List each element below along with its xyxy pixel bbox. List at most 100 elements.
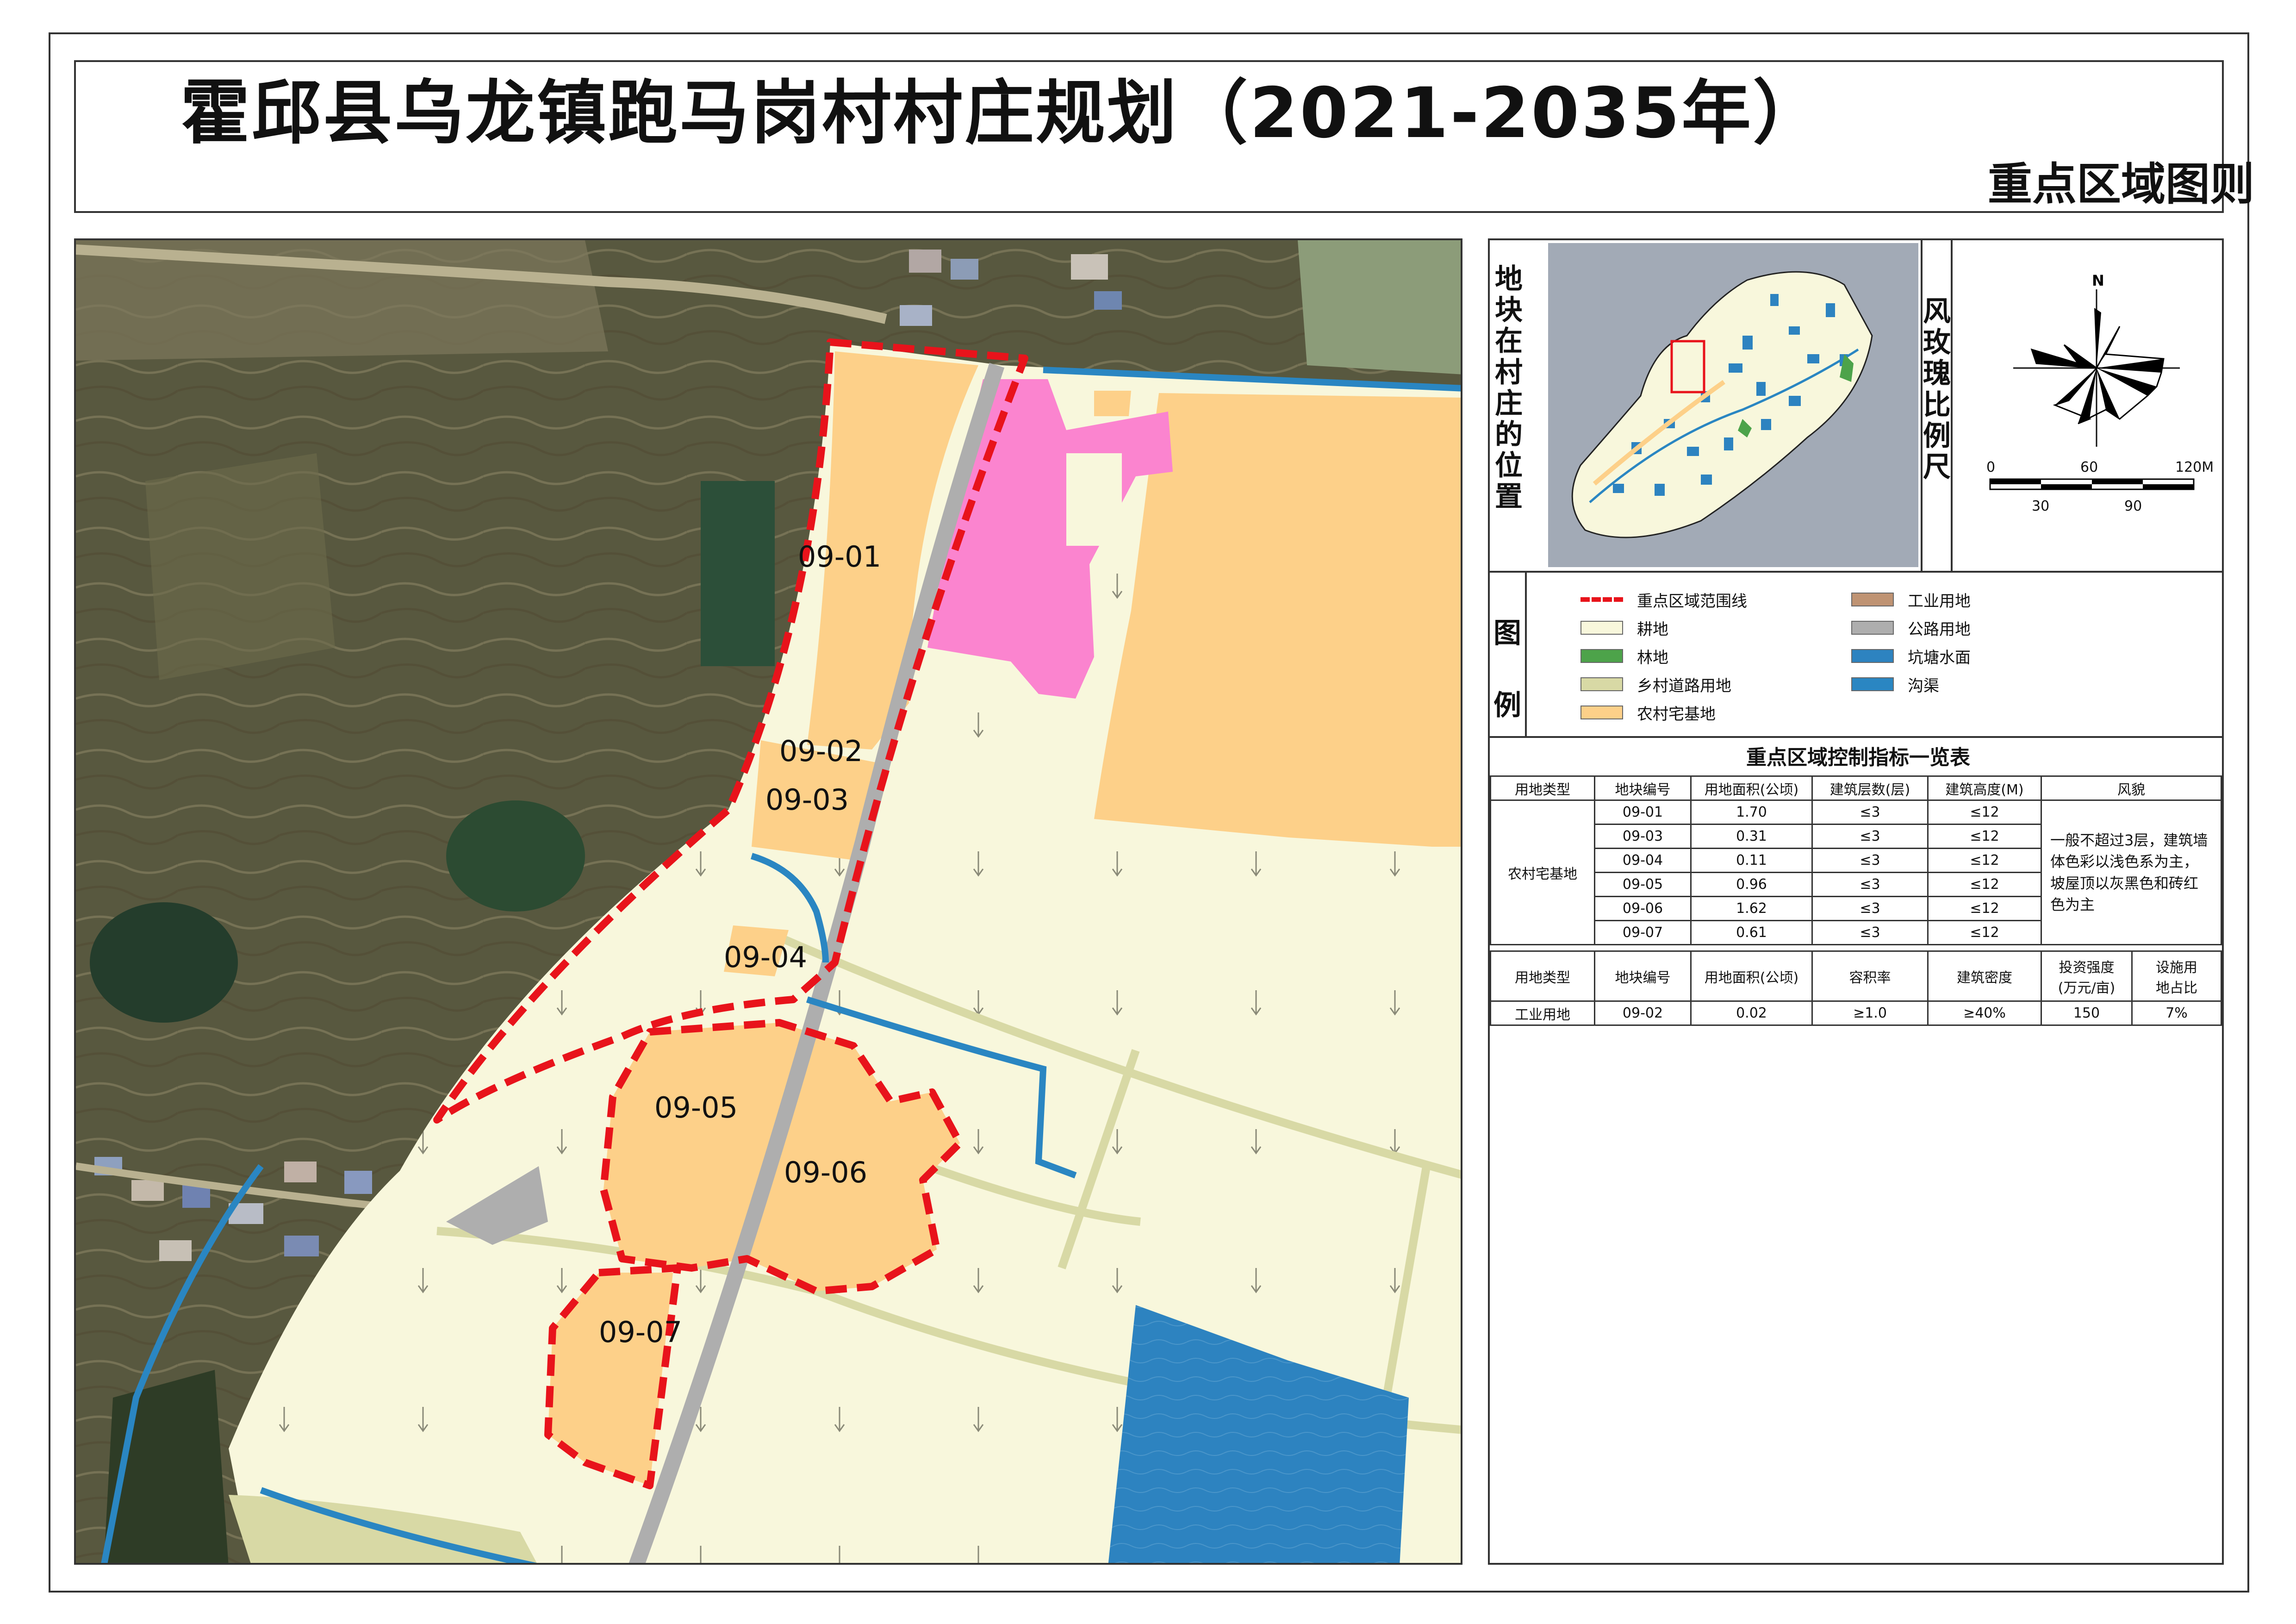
table-header-cell: 用地类型 <box>1490 775 1595 801</box>
legend-swatch <box>1580 706 1623 719</box>
table-cell: 1.70 <box>1690 800 1813 825</box>
scale-tick: 120M <box>2175 459 2214 475</box>
table-header-cell: 风貌 <box>2041 775 2222 801</box>
table-cell: 0.31 <box>1690 824 1813 849</box>
legend-swatch <box>1580 649 1623 663</box>
table-cell: ≤12 <box>1927 920 2042 945</box>
table-cell: ≤3 <box>1811 920 1929 945</box>
legend-swatch <box>1851 621 1894 635</box>
legend-text: 公路用地 <box>1908 620 1971 639</box>
table-cell: ≤12 <box>1927 824 2042 849</box>
table-cell: 09-03 <box>1594 824 1692 849</box>
pond-satellite <box>1298 240 1461 375</box>
table-cell: ≤12 <box>1927 896 2042 921</box>
legend-text: 耕地 <box>1637 620 1668 639</box>
legend-item: 沟渠 <box>1851 673 1939 696</box>
locator-label: 地块在村 庄的位置 <box>1495 263 1523 513</box>
scale-bar: 0 60 120M 30 90 <box>1986 459 2214 514</box>
table-header-cell: 设施用 地占比 <box>2131 950 2222 1002</box>
table-cell: ≤3 <box>1811 896 1929 921</box>
north-label: N <box>2092 272 2104 289</box>
page-title: 霍邱县乌龙镇跑马岗村村庄规划（2021-2035年） <box>180 73 1824 154</box>
legend-swatch <box>1851 593 1894 606</box>
parcel-label: 09-06 <box>784 1156 867 1189</box>
legend-swatch <box>1580 677 1623 691</box>
table-header-cell: 容积率 <box>1811 950 1929 1002</box>
pond-satellite <box>701 481 775 666</box>
parcel-label: 09-05 <box>654 1091 738 1124</box>
main-map[interactable]: 09-01 09-02 09-03 09-04 09-05 09-06 09-0… <box>74 238 1462 1565</box>
scale-tick: 90 <box>2124 498 2142 514</box>
parcel-label: 09-02 <box>779 734 863 768</box>
table-header-row: 用地类型 地块编号 用地面积(公顷) 建筑层数(层) 建筑高度(M) 风貌 <box>1490 775 2222 801</box>
legend-text: 坑塘水面 <box>1908 648 1971 667</box>
legend-swatch <box>1580 597 1623 602</box>
table-header-row: 用地类型 地块编号 用地面积(公顷) 容积率 建筑密度 投资强度 (万元/亩) 设… <box>1490 950 2222 1002</box>
scale-tick: 30 <box>2032 498 2049 514</box>
table-cell: 09-04 <box>1594 848 1692 873</box>
scale-tick: 0 <box>1986 459 1995 475</box>
legend-text: 沟渠 <box>1908 676 1939 695</box>
table-cell: 工业用地 <box>1490 1000 1595 1026</box>
legend-text: 林地 <box>1637 648 1668 667</box>
page-subtitle: 重点区域图则 <box>1988 158 2254 210</box>
table-cell: ≥1.0 <box>1811 1000 1929 1026</box>
table-header-cell: 地块编号 <box>1594 775 1692 801</box>
style-note-cell: 一般不超过3层，建筑墙体色彩以浅色系为主，坡屋顶以灰黑色和砖红色为主 <box>2041 800 2222 945</box>
table-cell: 09-06 <box>1594 896 1692 921</box>
legend-text: 重点区域范围线 <box>1637 592 1747 611</box>
table-cell: 1.62 <box>1690 896 1813 921</box>
legend-text: 工业用地 <box>1908 592 1971 611</box>
table-row: 工业用地 09-02 0.02 ≥1.0 ≥40% 150 7% <box>1490 1000 2222 1026</box>
cultivated-land <box>1066 453 1122 546</box>
indicator-table-residential: 用地类型 地块编号 用地面积(公顷) 建筑层数(层) 建筑高度(M) 风貌 农村… <box>1490 775 2222 945</box>
table-cell: 09-01 <box>1594 800 1692 825</box>
table-cell: 0.96 <box>1690 872 1813 897</box>
wind-rose: N <box>2013 272 2180 447</box>
table-header-cell: 建筑高度(M) <box>1927 775 2042 801</box>
legend-swatch <box>1580 621 1623 635</box>
table-title: 重点区域控制指标一览表 <box>1746 746 1970 769</box>
indicator-table-industrial: 用地类型 地块编号 用地面积(公顷) 容积率 建筑密度 投资强度 (万元/亩) 设… <box>1490 950 2222 1026</box>
table-group-cell: 农村宅基地 <box>1490 800 1595 945</box>
table-cell: 0.11 <box>1690 848 1813 873</box>
table-cell: ≤3 <box>1811 800 1929 825</box>
legend-text: 乡村道路用地 <box>1637 676 1731 695</box>
table-cell: 0.61 <box>1690 920 1813 945</box>
table-row: 农村宅基地 09-01 1.70 ≤3 ≤12 一般不超过3层，建筑墙体色彩以浅色系为主，… <box>1490 800 2222 945</box>
scale-tick: 60 <box>2080 459 2098 475</box>
map-canvas: 09-01 09-02 09-03 09-04 09-05 09-06 09-0… <box>76 240 1461 1563</box>
table-cell: ≥40% <box>1927 1000 2042 1026</box>
divider-horizontal <box>1488 736 2224 738</box>
table-cell: ≤12 <box>1927 848 2042 873</box>
table-header-cell: 建筑密度 <box>1927 950 2042 1002</box>
table-cell: 7% <box>2131 1000 2222 1026</box>
table-header-cell: 地块编号 <box>1594 950 1692 1002</box>
table-header-cell: 建筑层数(层) <box>1811 775 1929 801</box>
field-patch <box>145 453 335 680</box>
parcel-label: 09-03 <box>765 783 849 817</box>
legend-item: 林地 <box>1580 644 1668 668</box>
table-cell: ≤12 <box>1927 872 2042 897</box>
table-cell: ≤3 <box>1811 824 1929 849</box>
legend-item: 工业用地 <box>1851 588 1971 611</box>
parcel-label: 09-01 <box>798 540 881 574</box>
legend-swatch <box>1851 677 1894 691</box>
pond-satellite <box>446 800 585 912</box>
windrose-label: 风玫瑰 比例尺 <box>1923 295 1951 483</box>
legend-text: 农村宅基地 <box>1637 705 1716 724</box>
table-cell: 0.02 <box>1690 1000 1813 1026</box>
table-header-cell: 投资强度 (万元/亩) <box>2041 950 2133 1002</box>
parcel-label: 09-07 <box>599 1315 682 1349</box>
table-header-cell: 用地面积(公顷) <box>1690 950 1813 1002</box>
legend-item: 农村宅基地 <box>1580 701 1716 724</box>
legend-item: 重点区域范围线 <box>1580 588 1747 611</box>
legend-item: 公路用地 <box>1851 616 1971 639</box>
table-cell: 150 <box>2041 1000 2133 1026</box>
table-header-cell: 用地面积(公顷) <box>1690 775 1813 801</box>
locator-map[interactable] <box>1548 243 1918 567</box>
table-header-cell: 用地类型 <box>1490 950 1595 1002</box>
legend-label: 图例 <box>1493 617 1521 722</box>
legend-swatch <box>1851 649 1894 663</box>
legend-item: 坑塘水面 <box>1851 644 1971 668</box>
